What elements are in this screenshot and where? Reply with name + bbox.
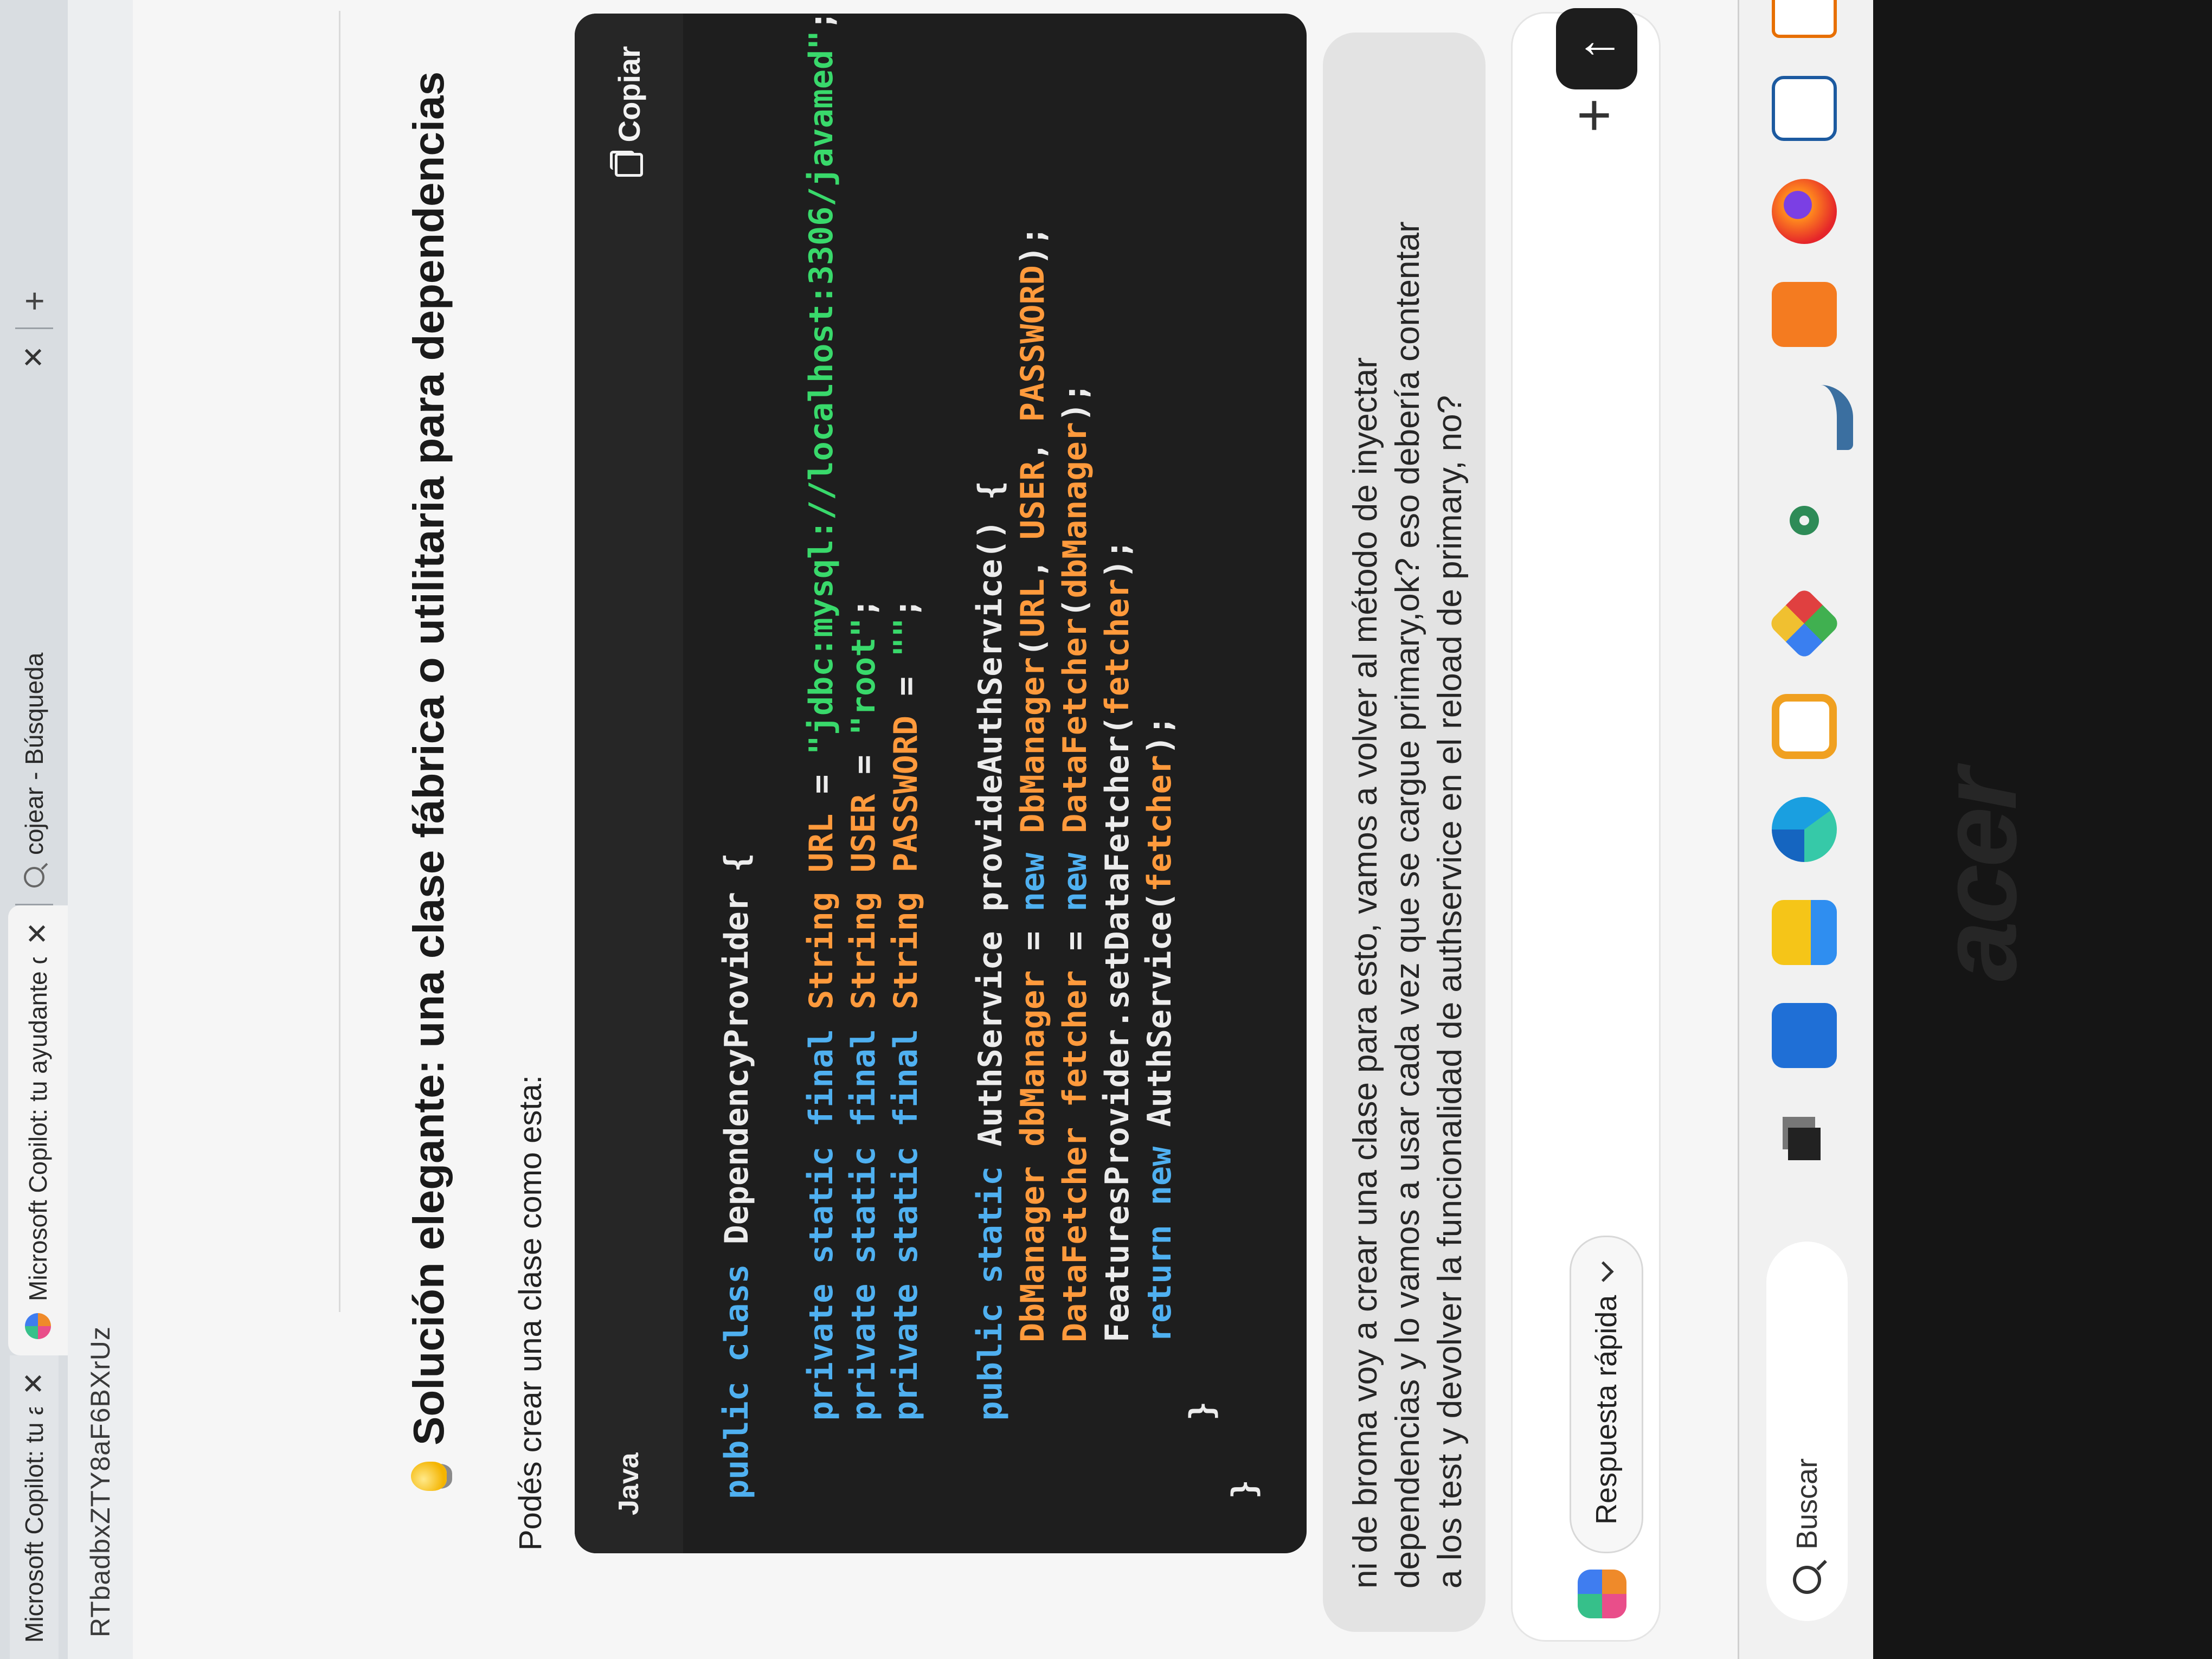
code-line-1: public class DependencyProvider { [718, 852, 756, 1499]
response-heading: Solución elegante: una clase fábrica o u… [404, 27, 454, 1491]
user-message-line-3: a los test y devolver la funcionalidad d… [1431, 395, 1469, 1589]
code-content: public class DependencyProvider {​ priva… [683, 14, 1265, 1553]
xampp-icon[interactable] [1772, 282, 1837, 347]
chevron-down-icon [1592, 1261, 1614, 1282]
code-block-header: Java Copiar [575, 14, 683, 1553]
divider [339, 11, 340, 1312]
browser-tab-copilot-1[interactable]: Microsoft Copilot: tu ayudante de ✕ [9, 1355, 59, 1659]
taskbar-search[interactable]: Buscar [1766, 1242, 1848, 1621]
task-view-icon[interactable] [1772, 1106, 1837, 1171]
copy-icon [615, 153, 643, 177]
search-icon [23, 867, 44, 888]
taskbar-icons [1767, 0, 1853, 1171]
document-app-icon[interactable] [1772, 76, 1837, 141]
tab-title: Microsoft Copilot: tu ayudante de [24, 957, 52, 1301]
code-line-7: public static AuthService provideAuthSer… [972, 480, 1009, 1421]
lightbulb-icon [411, 1462, 447, 1491]
browser-tab-copilot-2[interactable]: Microsoft Copilot: tu ayudante de ✕ [8, 905, 68, 1355]
laptop-bezel: acer [1873, 0, 2212, 1659]
quick-reply-label: Respuesta rápida [1590, 1295, 1623, 1525]
dolphin-app-icon[interactable] [1772, 385, 1853, 450]
code-line-12: } [1183, 1401, 1221, 1499]
code-language: Java [613, 1452, 645, 1515]
quick-reply-dropdown[interactable]: Respuesta rápida [1570, 1235, 1643, 1553]
tab-separator [15, 327, 53, 329]
code-line-4: private static final String USER = "root… [845, 598, 883, 1421]
code-line-3: private static final String URL = "jdbc:… [802, 14, 840, 1421]
code-line-8: DbManager dbManager = new DbManager(URL,… [1014, 226, 1052, 1343]
code-line-13: } [1225, 1479, 1263, 1499]
edge-icon[interactable] [1772, 797, 1837, 862]
copilot-favicon-icon [25, 1313, 51, 1339]
code-line-5: private static final String PASSWORD = "… [887, 598, 925, 1421]
attach-plus-button[interactable]: + [1560, 98, 1627, 133]
tab-title: Microsoft Copilot: tu ayudante de [20, 1407, 48, 1643]
firefox-icon[interactable] [1772, 179, 1837, 244]
file-explorer-icon[interactable] [1772, 900, 1837, 965]
heading-text: Solución elegante: una clase fábrica o u… [404, 71, 453, 1445]
browser-tab-search[interactable]: cojear - Búsqueda ✕ [10, 329, 59, 904]
screen: Microsoft Copilot: tu ayudante de ✕ Micr… [0, 0, 2212, 1659]
new-tab-button[interactable]: + [14, 291, 54, 311]
message-composer[interactable]: Respuesta rápida + ↑ [1513, 8, 1659, 1640]
brand-logo: acer [1918, 771, 2039, 981]
tab-title: cojear - Búsqueda [20, 652, 48, 855]
address-text: RTbadbxZTY8aF6BXrUz [85, 1326, 115, 1637]
taskbar-search-label: Buscar [1791, 1458, 1823, 1549]
code-line-10: FeaturesProvider.setDataFetcher(fetcher)… [1098, 539, 1136, 1499]
store-icon[interactable] [1772, 1003, 1837, 1068]
user-message: ni de broma voy a crear una clase para e… [1323, 33, 1486, 1632]
windows-taskbar: Buscar [1738, 0, 1875, 1659]
tab-separator [15, 904, 53, 905]
user-message-line-1: ni de broma voy a crear una clase para e… [1347, 357, 1384, 1589]
browser-tab-strip: Microsoft Copilot: tu ayudante de ✕ Micr… [0, 0, 68, 1659]
copy-code-button[interactable]: Copiar [612, 46, 647, 177]
paint-icon[interactable] [1767, 587, 1841, 660]
address-bar[interactable]: RTbadbxZTY8aF6BXrUz [68, 0, 133, 1659]
code-line-2: ​ [758, 14, 800, 1499]
copilot-logo-icon [1578, 1570, 1626, 1618]
copilot-chat-page: Solución elegante: una clase fábrica o u… [133, 0, 1738, 1659]
copy-label: Copiar [612, 46, 646, 143]
leaf-app-icon[interactable] [1790, 506, 1819, 535]
send-button[interactable]: ↑ [1556, 8, 1637, 89]
java-app-icon[interactable] [1772, 0, 1837, 38]
close-icon[interactable]: ✕ [22, 922, 54, 946]
code-line-6: ​ [927, 14, 969, 1499]
close-icon[interactable]: ✕ [18, 1372, 50, 1396]
user-message-line-2: dependencias y lo vamos a usar cada vez … [1389, 221, 1426, 1589]
close-icon[interactable]: ✕ [18, 345, 50, 369]
code-block: Java Copiar public class DependencyProvi… [575, 14, 1307, 1553]
response-intro: Podés crear una clase como esta: [513, 1075, 548, 1551]
code-line-11: return new AuthService(fetcher); [1141, 716, 1179, 1343]
code-line-9: DataFetcher fetcher = new DataFetcher(db… [1056, 382, 1094, 1343]
search-icon [1793, 1566, 1821, 1594]
hex-app-icon[interactable] [1772, 694, 1837, 759]
